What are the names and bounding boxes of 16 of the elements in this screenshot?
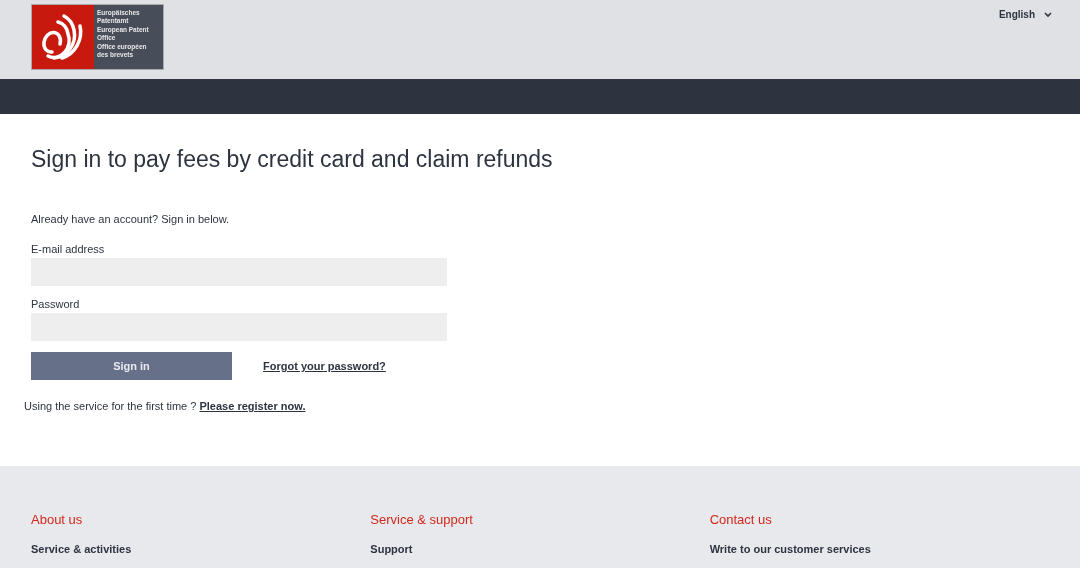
chevron-down-icon — [1044, 11, 1052, 18]
footer-link[interactable]: Support — [370, 543, 413, 555]
intro-text: Already have an account? Sign in below. — [31, 213, 231, 225]
register-link[interactable]: Please register now. — [199, 400, 306, 412]
footer-heading: Contact us — [709, 512, 772, 527]
sign-in-button[interactable]: Sign in — [31, 352, 232, 380]
field-label: E-mail address — [31, 243, 106, 255]
forgot-password-link[interactable]: Forgot your password? — [263, 360, 386, 372]
language-selector[interactable]: English — [998, 9, 1052, 20]
footer-link[interactable]: Write to our customer services — [709, 543, 871, 555]
page-title: Sign in to pay fees by credit card and claim refunds — [31, 146, 554, 173]
footer-heading: Service & support — [370, 512, 473, 527]
field-label: Password — [31, 298, 81, 310]
register-prompt: Using the service for the first time ? — [24, 400, 197, 412]
footer-link[interactable]: Service & activities — [31, 543, 132, 555]
footer-heading: About us — [31, 512, 83, 527]
